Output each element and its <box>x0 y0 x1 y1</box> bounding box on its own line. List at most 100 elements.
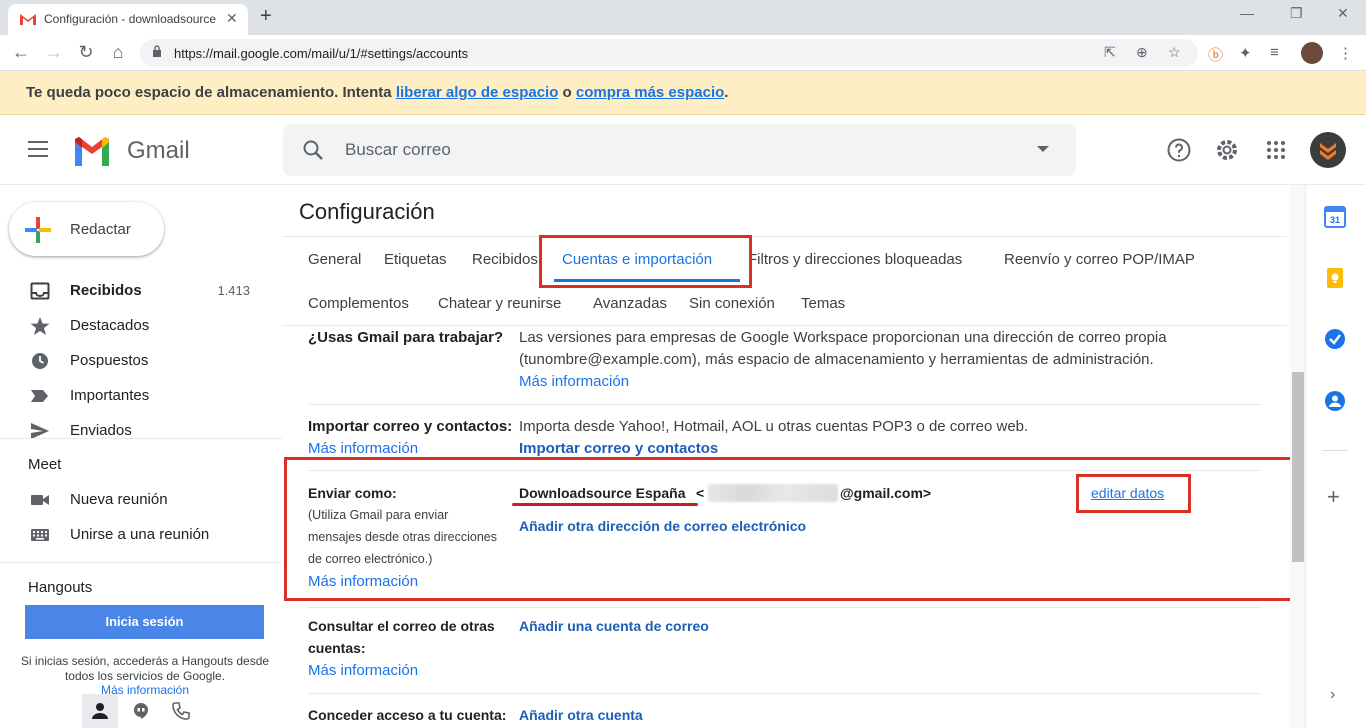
search-input[interactable]: Buscar correo <box>345 140 451 160</box>
tab-forwarding[interactable]: Reenvío y correo POP/IMAP <box>1004 251 1195 268</box>
add-mail-account-link[interactable]: Añadir una cuenta de correo <box>519 618 709 634</box>
banner-text-start: Te queda poco espacio de almacenamiento.… <box>26 84 396 101</box>
phone-icon[interactable] <box>172 702 190 720</box>
nav-label: Unirse a una reunión <box>70 526 210 543</box>
search-icon[interactable] <box>301 138 325 162</box>
back-icon[interactable]: ← <box>10 42 32 63</box>
gmail-header: Gmail Buscar correo <box>0 115 1366 185</box>
close-tab-icon[interactable]: ✕ <box>226 10 238 27</box>
nav-item-starred[interactable]: Destacados <box>0 310 270 342</box>
nav-label: Destacados <box>70 317 150 334</box>
tab-labels[interactable]: Etiquetas <box>384 251 447 268</box>
compose-button[interactable]: Redactar <box>9 202 164 256</box>
minimize-icon[interactable]: — <box>1240 5 1254 21</box>
import-text: Importa desde Yahoo!, Hotmail, AOL u otr… <box>519 418 1029 435</box>
help-icon[interactable] <box>1166 137 1192 163</box>
tabs-divider <box>282 325 1287 326</box>
media-icon[interactable]: ≡ <box>1270 44 1279 61</box>
restore-icon[interactable]: ❐ <box>1290 5 1303 22</box>
tab-inbox[interactable]: Recibidos <box>472 251 538 268</box>
tab-title: Configuración - downloadsource <box>44 12 217 26</box>
address-bar-row: ← → ↻ ⌂ https://mail.google.com/mail/u/1… <box>0 35 1366 71</box>
work-heading: ¿Usas Gmail para trabajar? <box>308 329 504 346</box>
lock-icon <box>153 45 161 57</box>
label-important-icon <box>31 390 48 402</box>
tab-themes[interactable]: Temas <box>801 295 845 312</box>
account-avatar[interactable] <box>1310 132 1346 168</box>
account-logo-icon <box>1320 143 1336 160</box>
svg-text:31: 31 <box>1330 215 1340 225</box>
import-more-info-link[interactable]: Más información <box>308 440 418 457</box>
hangouts-bottom-bar <box>0 694 282 728</box>
reload-icon[interactable]: ↻ <box>75 42 97 63</box>
check-heading-line2: cuentas: <box>308 640 366 656</box>
contacts-icon[interactable] <box>1324 390 1346 412</box>
nav-divider <box>0 438 282 439</box>
import-mail-contacts-link[interactable]: Importar correo y contactos <box>519 440 718 457</box>
tab-general[interactable]: General <box>308 251 361 268</box>
omnibox[interactable]: https://mail.google.com/mail/u/1/#settin… <box>140 39 1198 67</box>
browser-tab-bar: Configuración - downloadsource ✕ + — ❐ ✕ <box>0 0 1366 35</box>
tab-chat-meet[interactable]: Chatear y reunirse <box>438 295 561 312</box>
tab-advanced[interactable]: Avanzadas <box>593 295 667 312</box>
extension-icon[interactable]: ⓑ <box>1208 44 1223 65</box>
nav-item-new-meeting[interactable]: Nueva reunión <box>0 484 270 516</box>
nav-label: Enviados <box>70 422 132 439</box>
tasks-icon[interactable] <box>1324 328 1346 350</box>
calendar-icon[interactable]: 31 <box>1324 206 1346 228</box>
hangouts-signin-button[interactable]: Inicia sesión <box>25 605 264 639</box>
highlight-box-sendas <box>284 457 1294 601</box>
expand-panel-icon[interactable]: › <box>1330 686 1335 704</box>
nav-label: Nueva reunión <box>70 491 168 508</box>
add-addon-icon[interactable]: + <box>1327 484 1340 510</box>
open-in-icon[interactable]: ⇱ <box>1104 44 1116 61</box>
profile-avatar[interactable] <box>1301 42 1323 64</box>
gmail-logo-icon <box>75 137 109 166</box>
bookmark-star-icon[interactable]: ☆ <box>1168 44 1181 61</box>
window-close-icon[interactable]: ✕ <box>1337 5 1349 22</box>
gmail-wordmark: Gmail <box>127 137 190 164</box>
work-more-info-link[interactable]: Más información <box>519 373 629 390</box>
row-divider <box>308 607 1261 608</box>
keep-icon[interactable] <box>1324 267 1346 289</box>
search-options-icon[interactable] <box>1037 146 1049 152</box>
inbox-icon <box>30 282 50 300</box>
more-vert-icon[interactable]: ⋮ <box>1338 44 1353 62</box>
person-icon[interactable] <box>91 702 109 720</box>
banner-text-end: . <box>724 84 729 101</box>
nav-divider <box>0 562 282 563</box>
clock-icon <box>32 353 48 369</box>
video-icon <box>31 495 49 505</box>
browser-tab[interactable]: Configuración - downloadsource ✕ <box>8 4 248 35</box>
nav-item-inbox[interactable]: Recibidos 1.413 <box>0 275 270 307</box>
compose-label: Redactar <box>70 221 131 238</box>
nav-label: Pospuestos <box>70 352 149 369</box>
home-icon[interactable]: ⌂ <box>107 42 129 63</box>
nav-item-sent[interactable]: Enviados <box>0 415 270 447</box>
buy-storage-link[interactable]: compra más espacio <box>576 84 724 101</box>
scrollbar-thumb[interactable] <box>1292 372 1304 562</box>
forward-icon[interactable]: → <box>43 42 65 63</box>
hangouts-chat-icon[interactable] <box>132 702 150 720</box>
nav-item-join-meeting[interactable]: Unirse a una reunión <box>0 519 270 551</box>
tab-filters[interactable]: Filtros y direcciones bloqueadas <box>748 251 962 268</box>
check-more-info-link[interactable]: Más información <box>308 662 418 679</box>
add-another-account-link[interactable]: Añadir otra cuenta <box>519 707 643 723</box>
free-space-link[interactable]: liberar algo de espacio <box>396 84 559 101</box>
tab-offline[interactable]: Sin conexión <box>689 295 775 312</box>
apps-grid-icon[interactable] <box>1263 137 1289 163</box>
nav-item-snoozed[interactable]: Pospuestos <box>0 345 270 377</box>
tab-addons[interactable]: Complementos <box>308 295 409 312</box>
nav-item-important[interactable]: Importantes <box>0 380 270 412</box>
check-heading-line1: Consultar el correo de otras <box>308 618 495 634</box>
new-tab-icon[interactable]: + <box>260 5 272 28</box>
hamburger-menu-icon[interactable] <box>28 141 48 157</box>
settings-gear-icon[interactable] <box>1214 137 1240 163</box>
puzzle-icon[interactable]: ✦ <box>1239 44 1252 62</box>
inbox-count: 1.413 <box>217 283 250 298</box>
search-bar[interactable]: Buscar correo <box>283 124 1076 176</box>
zoom-icon[interactable]: ⊕ <box>1136 44 1148 61</box>
highlight-box-tab <box>539 235 752 288</box>
work-text-line1: Las versiones para empresas de Google Wo… <box>519 329 1167 346</box>
grant-heading: Conceder acceso a tu cuenta: <box>308 707 507 723</box>
